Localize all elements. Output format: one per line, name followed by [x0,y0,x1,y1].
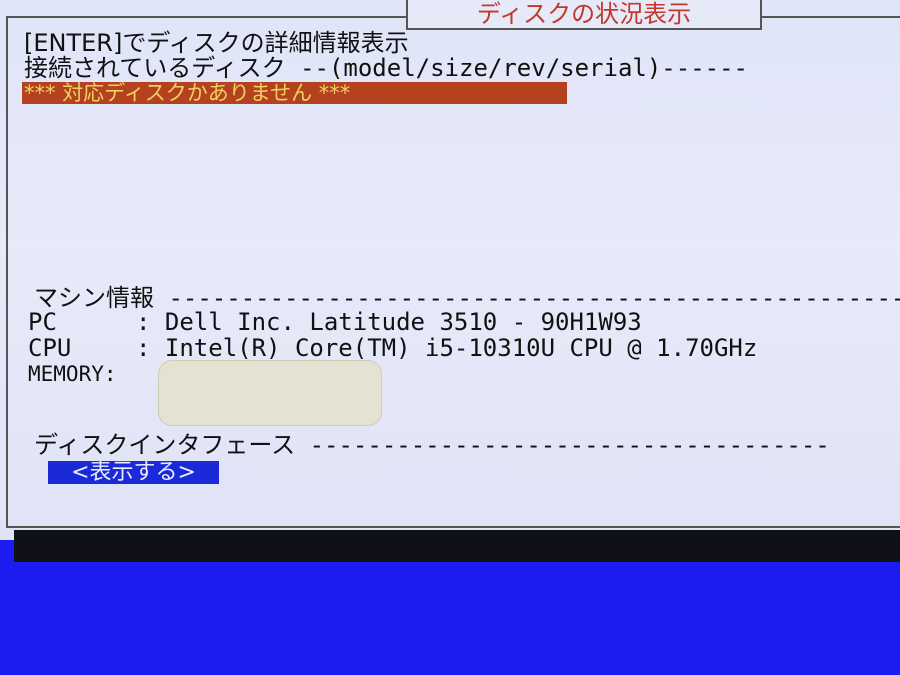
show-disk-interface-button[interactable]: <表示する> [48,461,219,484]
connected-disks-header: 接続されているディスク --(model/size/rev/serial)---… [24,55,748,81]
machine-info-sep: : [136,308,151,336]
terminal-screen: ディスクの状況表示 [ENTER]でディスクの詳細情報表示 接続されているディス… [0,0,900,540]
connected-disks-label: 接続されているディスク [24,54,286,82]
disk-interface-header: ディスクインタフェース ----------------------------… [34,432,830,458]
machine-info-sep: : [136,334,151,362]
machine-info-row-cpu: CPU: Intel(R) Core(TM) i5-10310U CPU @ 1… [28,335,757,361]
screen-shadow [14,530,900,562]
redacted-sticker [158,360,382,426]
machine-info-sep: : [103,362,117,386]
machine-info-row-pc: PC: Dell Inc. Latitude 3510 - 90H1W93 [28,309,642,335]
machine-info-key: MEMORY [28,362,104,386]
machine-info-key: PC [28,308,57,336]
machine-info-key: CPU [28,334,72,362]
disk-interface-heading: ディスクインタフェース [34,431,296,459]
machine-info-value: Dell Inc. Latitude 3510 - 90H1W93 [164,308,642,336]
no-disk-alert: *** 対応ディスクかありません *** [22,82,567,104]
enter-hint: [ENTER]でディスクの詳細情報表示 [24,29,409,57]
window-title: ディスクの状況表示 [406,0,762,30]
machine-info-value: Intel(R) Core(TM) i5-10310U CPU @ 1.70GH… [164,334,758,362]
disk-interface-rule: ------------------------------------ [309,431,830,459]
machine-info-row-memory: MEMORY: [28,361,117,387]
connected-disks-columns: --(model/size/rev/serial)------ [300,54,748,82]
